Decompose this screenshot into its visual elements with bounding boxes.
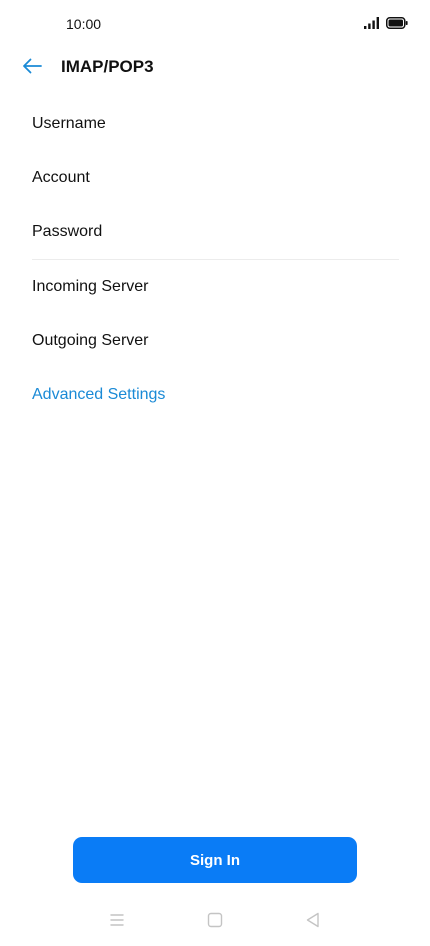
back-triangle-icon[interactable] <box>303 910 323 930</box>
status-time: 10:00 <box>66 16 102 32</box>
home-icon[interactable] <box>205 910 225 930</box>
menu-icon[interactable] <box>107 910 127 930</box>
password-field[interactable]: Password <box>0 205 430 259</box>
outgoing-server-label: Outgoing Server <box>32 332 149 349</box>
page-title: IMAP/POP3 <box>61 57 154 76</box>
form-list: Username Account Password Incoming Serve… <box>0 97 430 422</box>
incoming-server-label: Incoming Server <box>32 278 149 295</box>
incoming-server-field[interactable]: Incoming Server <box>0 260 430 314</box>
advanced-settings-link[interactable]: Advanced Settings <box>32 386 165 404</box>
username-label: Username <box>32 115 106 132</box>
account-field[interactable]: Account <box>0 151 430 205</box>
password-label: Password <box>32 223 103 240</box>
account-label: Account <box>32 169 90 186</box>
status-bar: 10:00 <box>0 0 430 48</box>
nav-bar <box>0 896 430 946</box>
back-button[interactable] <box>14 48 50 84</box>
sign-in-button[interactable]: Sign In <box>73 837 357 883</box>
battery-icon <box>386 17 408 29</box>
arrow-left-icon <box>23 58 42 74</box>
app-bar: IMAP/POP3 <box>0 48 430 86</box>
outgoing-server-field[interactable]: Outgoing Server <box>0 314 430 368</box>
advanced-settings-row: Advanced Settings <box>0 368 430 422</box>
signal-icon <box>364 17 379 29</box>
username-field[interactable]: Username <box>0 97 430 151</box>
